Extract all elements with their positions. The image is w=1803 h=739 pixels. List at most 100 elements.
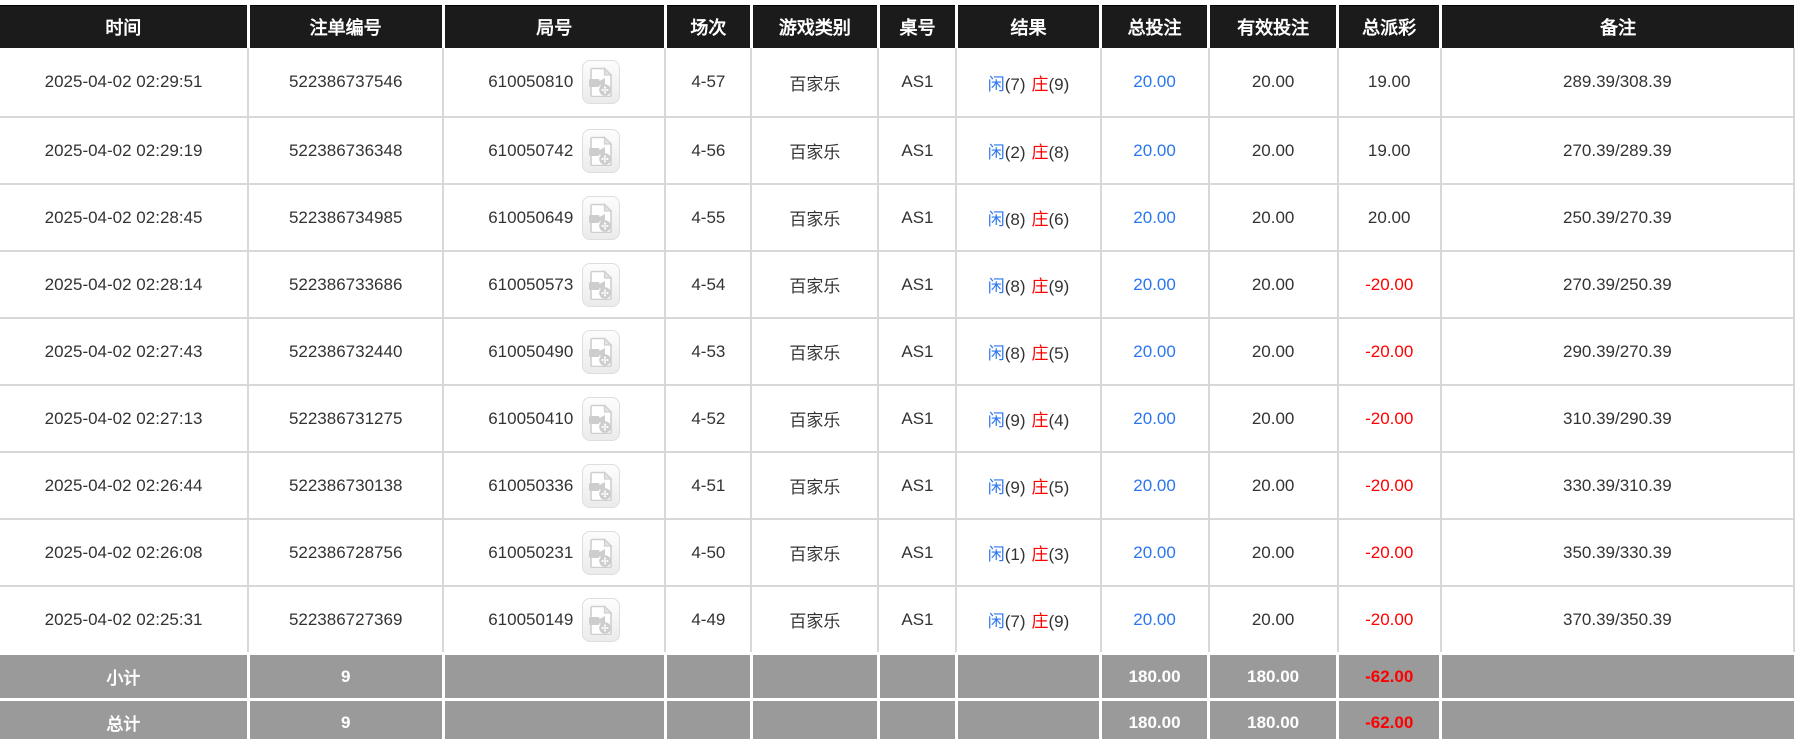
cell-time: 2025-04-02 02:29:51 — [0, 48, 250, 117]
round-number: 610050490 — [488, 341, 574, 361]
cell-session: 4-57 — [665, 48, 753, 117]
table-header-row: 时间 注单编号 局号 场次 游戏类别 桌号 结果 总投注 有效投注 总派彩 备注 — [0, 5, 1794, 48]
cell-result: 闲(7) 庄(9) — [956, 585, 1102, 654]
video-replay-button[interactable] — [582, 396, 621, 441]
total-bet-link[interactable]: 20.00 — [1133, 409, 1176, 428]
total-bet-link[interactable]: 20.00 — [1133, 275, 1176, 294]
page: 时间 注单编号 局号 场次 游戏类别 桌号 结果 总投注 有效投注 总派彩 备注 2025-04-0… — [0, 0, 1803, 739]
result-banker-score: (9) — [1048, 612, 1070, 631]
cell-result-empty — [956, 652, 1103, 700]
cell-table-no: AS1 — [878, 48, 958, 117]
cell-game-type: 百家乐 — [751, 518, 880, 586]
cell-total-payout: -62.00 — [1337, 698, 1443, 739]
cell-bet-id: 522386737546 — [248, 48, 445, 117]
cell-total-bet: 20.00 — [1100, 585, 1210, 654]
round-number: 610050742 — [488, 140, 574, 160]
result-player-label: 闲 — [987, 143, 1005, 162]
round-cell-content: 610050231 — [444, 530, 664, 575]
cell-session: 4-54 — [665, 250, 753, 318]
cell-remark-empty — [1440, 652, 1794, 700]
total-bet-link[interactable]: 20.00 — [1133, 141, 1176, 160]
cell-time: 2025-04-02 02:27:43 — [0, 317, 250, 385]
table-row: 2025-04-02 02:26:44 522386730138 610050336… — [0, 451, 1796, 519]
round-number: 610050649 — [488, 207, 574, 227]
cell-time: 2025-04-02 02:27:13 — [0, 384, 250, 452]
result-player-label: 闲 — [987, 74, 1005, 94]
video-replay-icon — [589, 403, 613, 434]
cell-total-payout: 19.00 — [1337, 48, 1442, 117]
column-header-table-no: 桌号 — [878, 5, 958, 48]
table-row: 2025-04-02 02:27:13 522386731275 610050410… — [0, 384, 1796, 452]
total-bet-link[interactable]: 20.00 — [1133, 543, 1176, 562]
total-bet-link[interactable]: 20.00 — [1133, 610, 1176, 629]
video-replay-button[interactable] — [582, 60, 621, 104]
result-banker-label: 庄 — [1031, 344, 1049, 363]
result-banker-label: 庄 — [1031, 74, 1049, 94]
video-replay-button[interactable] — [582, 530, 621, 575]
result-player-score: (2) — [1004, 143, 1026, 162]
result-player-label: 闲 — [987, 411, 1005, 430]
column-header-total-payout: 总派彩 — [1337, 5, 1443, 48]
video-replay-icon — [589, 537, 613, 568]
video-replay-icon — [589, 202, 613, 233]
result-banker-label: 庄 — [1031, 411, 1049, 430]
result-player-label: 闲 — [987, 612, 1005, 631]
column-header-remark: 备注 — [1440, 5, 1794, 48]
cell-game-type-empty — [751, 652, 880, 700]
video-replay-button[interactable] — [582, 128, 621, 173]
cell-table-no: AS1 — [878, 116, 958, 184]
total-row: 总计 9 180.00 180.00 -62.00 — [0, 698, 1794, 739]
total-bet-link[interactable]: 20.00 — [1133, 72, 1176, 91]
cell-time: 2025-04-02 02:28:45 — [0, 183, 250, 251]
cell-valid-bet: 20.00 — [1208, 451, 1339, 519]
cell-bet-count: 9 — [248, 652, 445, 700]
table-row: 2025-04-02 02:28:45 522386734985 610050649… — [0, 183, 1796, 251]
cell-session-empty — [665, 698, 753, 739]
cell-session: 4-55 — [665, 183, 753, 251]
cell-total-payout: -20.00 — [1337, 518, 1442, 586]
cell-table-no: AS1 — [878, 384, 958, 452]
result-player-label: 闲 — [987, 545, 1005, 564]
cell-table-no-empty — [878, 698, 958, 739]
video-replay-button[interactable] — [582, 329, 621, 374]
video-replay-button[interactable] — [582, 463, 621, 508]
result-banker-score: (4) — [1048, 411, 1070, 430]
video-replay-button[interactable] — [582, 597, 621, 642]
video-replay-button[interactable] — [582, 262, 621, 307]
cell-remark: 270.39/289.39 — [1440, 116, 1796, 184]
cell-result: 闲(1) 庄(3) — [956, 518, 1102, 586]
cell-time: 2025-04-02 02:29:19 — [0, 116, 250, 184]
cell-total-payout: 20.00 — [1337, 183, 1442, 251]
cell-remark: 250.39/270.39 — [1440, 183, 1796, 251]
cell-total-bet: 20.00 — [1100, 183, 1210, 251]
total-bet-link[interactable]: 20.00 — [1133, 342, 1176, 361]
table-header: 时间 注单编号 局号 场次 游戏类别 桌号 结果 总投注 有效投注 总派彩 备注 — [0, 5, 1794, 48]
table-body: 2025-04-02 02:29:51 522386737546 610050810… — [0, 48, 1796, 739]
round-cell-content: 610050649 — [444, 195, 664, 240]
result-player-score: (7) — [1004, 74, 1026, 94]
column-header-valid-bet: 有效投注 — [1208, 5, 1340, 48]
cell-time: 2025-04-02 02:25:31 — [0, 585, 250, 654]
table-row: 2025-04-02 02:25:31 522386727369 610050149… — [0, 585, 1796, 654]
result-banker-score: (5) — [1048, 478, 1070, 497]
cell-bet-id: 522386736348 — [248, 116, 445, 184]
cell-table-no: AS1 — [878, 183, 958, 251]
cell-game-type: 百家乐 — [751, 451, 880, 519]
cell-bet-id: 522386728756 — [248, 518, 445, 586]
video-replay-icon — [589, 470, 613, 501]
cell-valid-bet: 180.00 — [1208, 698, 1340, 739]
round-number: 610050573 — [488, 274, 574, 294]
column-header-game-type: 游戏类别 — [751, 5, 880, 48]
total-bet-link[interactable]: 20.00 — [1133, 208, 1176, 227]
result-player-score: (8) — [1004, 277, 1026, 296]
video-replay-icon — [589, 135, 613, 166]
video-replay-icon — [589, 336, 613, 367]
video-replay-button[interactable] — [582, 195, 621, 240]
cell-session: 4-56 — [665, 116, 753, 184]
total-bet-link[interactable]: 20.00 — [1133, 476, 1176, 495]
subtotal-label: 小计 — [0, 652, 250, 700]
result-banker-label: 庄 — [1031, 143, 1049, 162]
cell-total-bet: 180.00 — [1100, 698, 1211, 739]
column-header-time: 时间 — [0, 5, 250, 48]
round-cell-content: 610050742 — [444, 128, 664, 173]
